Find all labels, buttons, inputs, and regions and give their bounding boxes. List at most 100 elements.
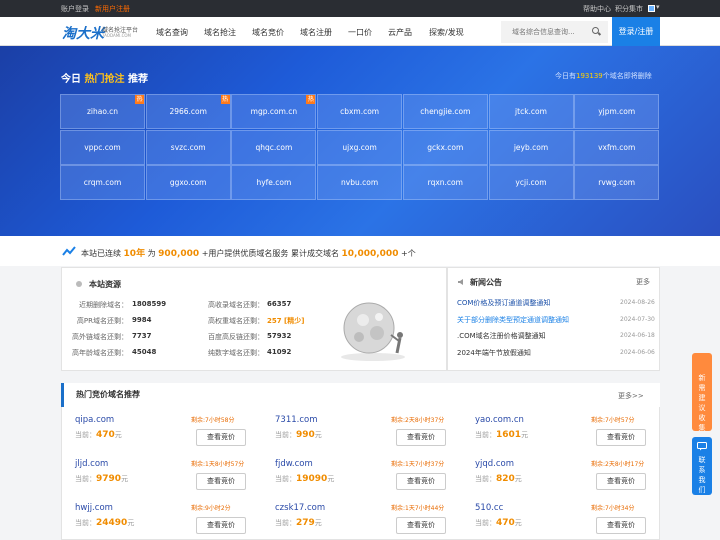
hot-domain-card[interactable]: 2966.com 热 — [145, 94, 231, 129]
domain-name: 2966.com — [169, 107, 207, 116]
chevron-down-icon[interactable]: ▾ — [656, 3, 660, 11]
stats-stripe: 本站已连续 10年 为 900,000 +用户提供优质域名服务 累计成交域名 1… — [0, 236, 720, 266]
nav-cloud[interactable]: 云产品 — [388, 27, 412, 38]
hot-domain-card[interactable]: ycji.com — [488, 165, 574, 200]
nav-domain-query[interactable]: 域名查询 — [156, 27, 188, 38]
auction-domain[interactable]: yjqd.com — [475, 459, 514, 469]
news-item-link[interactable]: 2024年端午节放假通知 — [457, 348, 531, 358]
stat-label: 高收录域名还剩： — [208, 301, 264, 309]
auction-item: jljd.com 剩余:1天8小时57分 当前：9790元 查看竞价 — [61, 453, 261, 497]
domain-name: rqxn.com — [427, 178, 463, 187]
auction-domain[interactable]: qipa.com — [75, 415, 114, 425]
nav-explore[interactable]: 探索/发现 — [429, 27, 464, 38]
login-register-button[interactable]: 登录/注册 — [612, 17, 660, 46]
help-link[interactable]: 帮助中心 — [583, 4, 611, 14]
hot-domain-card[interactable]: ujxg.com — [317, 129, 403, 165]
news-date: 2024-07-30 — [620, 315, 655, 323]
logo[interactable]: 淘大米 — [62, 23, 104, 43]
auction-time-left: 剩余:9小时2分 — [191, 505, 231, 512]
auction-time-left: 剩余:1天7小时37分 — [391, 461, 445, 468]
auction-time-left: 剩余:1天8小时57分 — [191, 461, 245, 468]
nav-auction[interactable]: 域名竞价 — [252, 27, 284, 38]
hot-domain-card[interactable]: cbxm.com — [317, 94, 403, 129]
auction-domain[interactable]: jljd.com — [75, 459, 108, 469]
register-link[interactable]: 新用户注册 — [95, 4, 130, 14]
domain-name: chengjie.com — [420, 107, 471, 116]
stat-label: 纯数字域名还剩： — [208, 349, 264, 357]
search-icon[interactable] — [592, 27, 599, 34]
auction-item: qipa.com 剩余:7小时58分当前：470元 查看竞价 — [61, 409, 261, 453]
hot-domain-card[interactable]: rqxn.com — [402, 165, 488, 200]
hot-domain-card[interactable]: rvwg.com — [574, 165, 660, 200]
hot-domain-card[interactable]: zihao.cn 热 — [60, 94, 145, 129]
hot-domain-card[interactable]: chengjie.com — [402, 94, 488, 129]
hot-domain-card[interactable]: jtck.com — [488, 94, 574, 129]
domain-name: cbxm.com — [340, 107, 380, 116]
app-icon[interactable] — [648, 5, 655, 12]
stat-label: 高PR域名还剩： — [76, 317, 128, 325]
hot-domain-card[interactable]: qhqc.com — [231, 129, 317, 165]
auction-item: yjqd.com 剩余:2天8小时17分 当前：820元 查看竞价 — [461, 453, 661, 497]
hot-domain-card[interactable]: ggxo.com — [145, 165, 231, 200]
resources-title: 本站资源 — [89, 280, 121, 289]
auction-domain[interactable]: 7311.com — [275, 415, 318, 425]
feedback-side-button[interactable]: 新需建议收集 — [692, 353, 712, 432]
view-bid-button[interactable]: 查看竞价 — [396, 473, 446, 490]
view-bid-button[interactable]: 查看竞价 — [596, 429, 646, 446]
login-link[interactable]: 账户登录 — [61, 4, 89, 14]
hot-domain-card[interactable]: crqm.com — [60, 165, 145, 200]
domain-name: hyfe.com — [256, 178, 292, 187]
stat-value: 7737 — [132, 332, 152, 340]
auction-time-left: 剩余:2天8小时17分 — [591, 461, 645, 468]
top-bar: 账户登录 新用户注册 帮助中心 积分集市 ▾ — [0, 0, 720, 17]
view-bid-button[interactable]: 查看竞价 — [396, 517, 446, 534]
auction-domain[interactable]: yao.com.cn — [475, 415, 524, 425]
auction-time-left: 剩余:7小时58分 — [191, 417, 235, 424]
news-item-link[interactable]: .COM域名注册价格调整通知 — [457, 331, 546, 341]
domain-name: yjpm.com — [598, 107, 636, 116]
news-item-link[interactable]: COM价格及预订通道调整通知 — [457, 298, 550, 308]
hot-domain-card[interactable]: mgp.com.cn 热 — [231, 94, 317, 129]
hot-domain-card[interactable]: hyfe.com — [231, 165, 317, 200]
stat-value: 45048 — [132, 348, 157, 356]
view-bid-button[interactable]: 查看竞价 — [396, 429, 446, 446]
auction-domain[interactable]: 510.cc — [475, 503, 503, 513]
auction-domain[interactable]: fjdw.com — [275, 459, 313, 469]
points-link[interactable]: 积分集市 — [615, 4, 643, 14]
hot-domain-card[interactable]: jeyb.com — [488, 129, 574, 165]
news-date: 2024-08-26 — [620, 299, 655, 306]
auction-domain[interactable]: hwjj.com — [75, 503, 113, 513]
hot-badge: 热 — [220, 95, 230, 104]
hot-domain-card[interactable]: nvbu.com — [317, 165, 403, 200]
contact-side-button[interactable]: 联系我们 — [692, 437, 712, 495]
view-bid-button[interactable]: 查看竞价 — [196, 429, 246, 446]
auction-price: 当前：470元 — [75, 430, 122, 440]
hot-domain-card[interactable]: gckx.com — [402, 129, 488, 165]
news-more-link[interactable]: 更多 — [636, 277, 650, 287]
logo-domain: TAODAMI.COM — [102, 33, 131, 38]
domain-name: zihao.cn — [86, 107, 119, 116]
auction-price: 当前：470元 — [475, 518, 522, 528]
news-item-link[interactable]: 关于部分删除类型预定通道调整通知 — [457, 315, 569, 325]
auction-title: 热门竞价域名推荐 — [61, 383, 660, 407]
hot-domain-card[interactable]: vxfm.com — [574, 129, 660, 165]
view-bid-button[interactable]: 查看竞价 — [596, 473, 646, 490]
view-bid-button[interactable]: 查看竞价 — [196, 517, 246, 534]
hot-domain-card[interactable]: yjpm.com — [574, 94, 660, 129]
nav-backorder[interactable]: 域名抢注 — [204, 27, 236, 38]
auction-domain[interactable]: czsk17.com — [275, 503, 325, 513]
auction-more-link[interactable]: 更多>> — [618, 391, 644, 401]
stat-value: 66357 — [267, 300, 292, 308]
domain-name: svzc.com — [170, 142, 206, 152]
stat-value: 41092 — [267, 348, 292, 356]
hot-domain-card[interactable]: svzc.com — [145, 129, 231, 165]
hot-domain-card[interactable]: vppc.com — [60, 129, 145, 165]
auction-item: fjdw.com 剩余:1天7小时37分 当前：19090元 查看竞价 — [261, 453, 461, 497]
nav-fixed-price[interactable]: 一口价 — [348, 27, 372, 38]
domain-name: vppc.com — [84, 142, 121, 152]
nav-register[interactable]: 域名注册 — [300, 27, 332, 38]
view-bid-button[interactable]: 查看竞价 — [196, 473, 246, 490]
view-bid-button[interactable]: 查看竞价 — [596, 517, 646, 534]
auction-price: 当前：24490元 — [75, 518, 135, 528]
hot-domain-grid: zihao.cn 热 2966.com 热 mgp.com.cn 热 cbxm.com che… — [60, 94, 660, 200]
